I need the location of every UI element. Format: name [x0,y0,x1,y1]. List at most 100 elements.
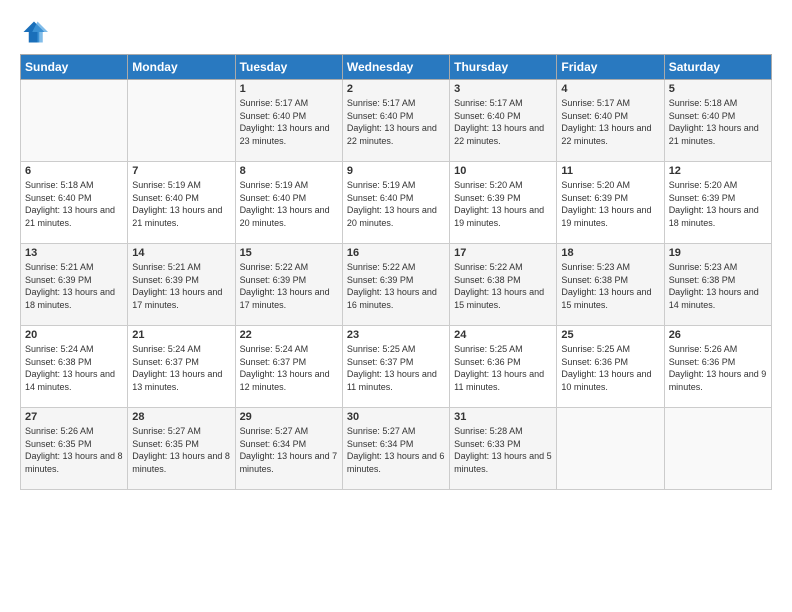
calendar-cell: 31Sunrise: 5:28 AM Sunset: 6:33 PM Dayli… [450,408,557,490]
day-number: 22 [240,329,338,341]
day-number: 20 [25,329,123,341]
calendar-cell: 22 Sunrise: 5:24 AM Sunset: 6:37 PM Dayli… [235,326,342,408]
day-header-friday: Friday [557,55,664,80]
calendar-cell: 20 Sunrise: 5:24 AM Sunset: 6:38 PM Dayli… [21,326,128,408]
day-number: 24 [454,329,552,341]
day-info: Sunrise: 5:18 AM Sunset: 6:40 PM Dayligh… [25,179,123,229]
calendar-cell: 18 Sunrise: 5:23 AM Sunset: 6:38 PM Dayli… [557,244,664,326]
calendar-cell: 7 Sunrise: 5:19 AM Sunset: 6:40 PM Daylig… [128,162,235,244]
calendar-cell: 8 Sunrise: 5:19 AM Sunset: 6:40 PM Daylig… [235,162,342,244]
day-number: 7 [132,165,230,177]
calendar-cell: 14Sunrise: 5:21 AM Sunset: 6:39 PM Dayli… [128,244,235,326]
calendar-cell [557,408,664,490]
day-number: 13 [25,247,123,259]
calendar-week-4: 20 Sunrise: 5:24 AM Sunset: 6:38 PM Dayli… [21,326,772,408]
calendar-cell: 3Sunrise: 5:17 AM Sunset: 6:40 PM Daylig… [450,80,557,162]
calendar-cell: 29 Sunrise: 5:27 AM Sunset: 6:34 PM Dayli… [235,408,342,490]
calendar-cell: 6Sunrise: 5:18 AM Sunset: 6:40 PM Daylig… [21,162,128,244]
day-info: Sunrise: 5:22 AM Sunset: 6:38 PM Dayligh… [454,261,552,311]
calendar-cell: 15Sunrise: 5:22 AM Sunset: 6:39 PM Dayli… [235,244,342,326]
calendar-week-1: 1 Sunrise: 5:17 AM Sunset: 6:40 PM Daylig… [21,80,772,162]
day-header-monday: Monday [128,55,235,80]
day-info: Sunrise: 5:24 AM Sunset: 6:38 PM Dayligh… [25,343,123,393]
day-header-sunday: Sunday [21,55,128,80]
calendar-header-row: SundayMondayTuesdayWednesdayThursdayFrid… [21,55,772,80]
day-number: 5 [669,83,767,95]
day-number: 4 [561,83,659,95]
day-info: Sunrise: 5:25 AM Sunset: 6:37 PM Dayligh… [347,343,445,393]
calendar-cell [664,408,771,490]
day-info: Sunrise: 5:24 AM Sunset: 6:37 PM Dayligh… [132,343,230,393]
day-info: Sunrise: 5:26 AM Sunset: 6:35 PM Dayligh… [25,425,123,475]
day-info: Sunrise: 5:23 AM Sunset: 6:38 PM Dayligh… [669,261,767,311]
calendar-cell: 23 Sunrise: 5:25 AM Sunset: 6:37 PM Dayli… [342,326,449,408]
calendar-cell: 24 Sunrise: 5:25 AM Sunset: 6:36 PM Dayli… [450,326,557,408]
calendar-cell: 9 Sunrise: 5:19 AM Sunset: 6:40 PM Daylig… [342,162,449,244]
calendar-cell: 2Sunrise: 5:17 AM Sunset: 6:40 PM Daylig… [342,80,449,162]
day-info: Sunrise: 5:24 AM Sunset: 6:37 PM Dayligh… [240,343,338,393]
day-info: Sunrise: 5:19 AM Sunset: 6:40 PM Dayligh… [240,179,338,229]
day-number: 16 [347,247,445,259]
day-number: 3 [454,83,552,95]
calendar-cell [21,80,128,162]
day-number: 27 [25,411,123,423]
calendar-cell: 13Sunrise: 5:21 AM Sunset: 6:39 PM Dayli… [21,244,128,326]
logo-icon [20,18,48,46]
day-number: 30 [347,411,445,423]
day-number: 1 [240,83,338,95]
day-number: 29 [240,411,338,423]
day-header-saturday: Saturday [664,55,771,80]
day-info: Sunrise: 5:25 AM Sunset: 6:36 PM Dayligh… [454,343,552,393]
day-number: 28 [132,411,230,423]
calendar-cell [128,80,235,162]
day-number: 11 [561,165,659,177]
calendar-cell: 28 Sunrise: 5:27 AM Sunset: 6:35 PM Dayli… [128,408,235,490]
calendar-cell: 26 Sunrise: 5:26 AM Sunset: 6:36 PM Dayli… [664,326,771,408]
calendar-cell: 11 Sunrise: 5:20 AM Sunset: 6:39 PM Dayli… [557,162,664,244]
calendar-cell: 19 Sunrise: 5:23 AM Sunset: 6:38 PM Dayli… [664,244,771,326]
calendar-cell: 12Sunrise: 5:20 AM Sunset: 6:39 PM Dayli… [664,162,771,244]
day-info: Sunrise: 5:25 AM Sunset: 6:36 PM Dayligh… [561,343,659,393]
header [20,18,772,46]
day-info: Sunrise: 5:17 AM Sunset: 6:40 PM Dayligh… [240,97,338,147]
calendar-cell: 16 Sunrise: 5:22 AM Sunset: 6:39 PM Dayli… [342,244,449,326]
calendar-cell: 25 Sunrise: 5:25 AM Sunset: 6:36 PM Dayli… [557,326,664,408]
calendar-week-2: 6Sunrise: 5:18 AM Sunset: 6:40 PM Daylig… [21,162,772,244]
day-info: Sunrise: 5:23 AM Sunset: 6:38 PM Dayligh… [561,261,659,311]
day-number: 19 [669,247,767,259]
calendar-cell: 30 Sunrise: 5:27 AM Sunset: 6:34 PM Dayli… [342,408,449,490]
day-info: Sunrise: 5:21 AM Sunset: 6:39 PM Dayligh… [132,261,230,311]
day-number: 23 [347,329,445,341]
page: SundayMondayTuesdayWednesdayThursdayFrid… [0,0,792,612]
day-info: Sunrise: 5:17 AM Sunset: 6:40 PM Dayligh… [561,97,659,147]
day-info: Sunrise: 5:27 AM Sunset: 6:35 PM Dayligh… [132,425,230,475]
day-number: 21 [132,329,230,341]
calendar-week-5: 27 Sunrise: 5:26 AM Sunset: 6:35 PM Dayli… [21,408,772,490]
day-info: Sunrise: 5:20 AM Sunset: 6:39 PM Dayligh… [669,179,767,229]
day-number: 17 [454,247,552,259]
calendar-cell: 5 Sunrise: 5:18 AM Sunset: 6:40 PM Daylig… [664,80,771,162]
day-info: Sunrise: 5:19 AM Sunset: 6:40 PM Dayligh… [347,179,445,229]
day-info: Sunrise: 5:18 AM Sunset: 6:40 PM Dayligh… [669,97,767,147]
day-info: Sunrise: 5:20 AM Sunset: 6:39 PM Dayligh… [561,179,659,229]
day-number: 26 [669,329,767,341]
day-info: Sunrise: 5:20 AM Sunset: 6:39 PM Dayligh… [454,179,552,229]
day-info: Sunrise: 5:17 AM Sunset: 6:40 PM Dayligh… [347,97,445,147]
day-number: 8 [240,165,338,177]
day-info: Sunrise: 5:22 AM Sunset: 6:39 PM Dayligh… [240,261,338,311]
calendar-cell: 4 Sunrise: 5:17 AM Sunset: 6:40 PM Daylig… [557,80,664,162]
day-number: 18 [561,247,659,259]
day-number: 10 [454,165,552,177]
day-info: Sunrise: 5:27 AM Sunset: 6:34 PM Dayligh… [240,425,338,475]
day-number: 25 [561,329,659,341]
day-info: Sunrise: 5:19 AM Sunset: 6:40 PM Dayligh… [132,179,230,229]
day-number: 9 [347,165,445,177]
day-info: Sunrise: 5:26 AM Sunset: 6:36 PM Dayligh… [669,343,767,393]
day-header-wednesday: Wednesday [342,55,449,80]
day-info: Sunrise: 5:22 AM Sunset: 6:39 PM Dayligh… [347,261,445,311]
day-header-tuesday: Tuesday [235,55,342,80]
day-info: Sunrise: 5:27 AM Sunset: 6:34 PM Dayligh… [347,425,445,475]
calendar-week-3: 13 Sunrise: 5:21 AM Sunset: 6:39 PM Dayli… [21,244,772,326]
calendar-table: SundayMondayTuesdayWednesdayThursdayFrid… [20,54,772,490]
calendar-cell: 1 Sunrise: 5:17 AM Sunset: 6:40 PM Daylig… [235,80,342,162]
